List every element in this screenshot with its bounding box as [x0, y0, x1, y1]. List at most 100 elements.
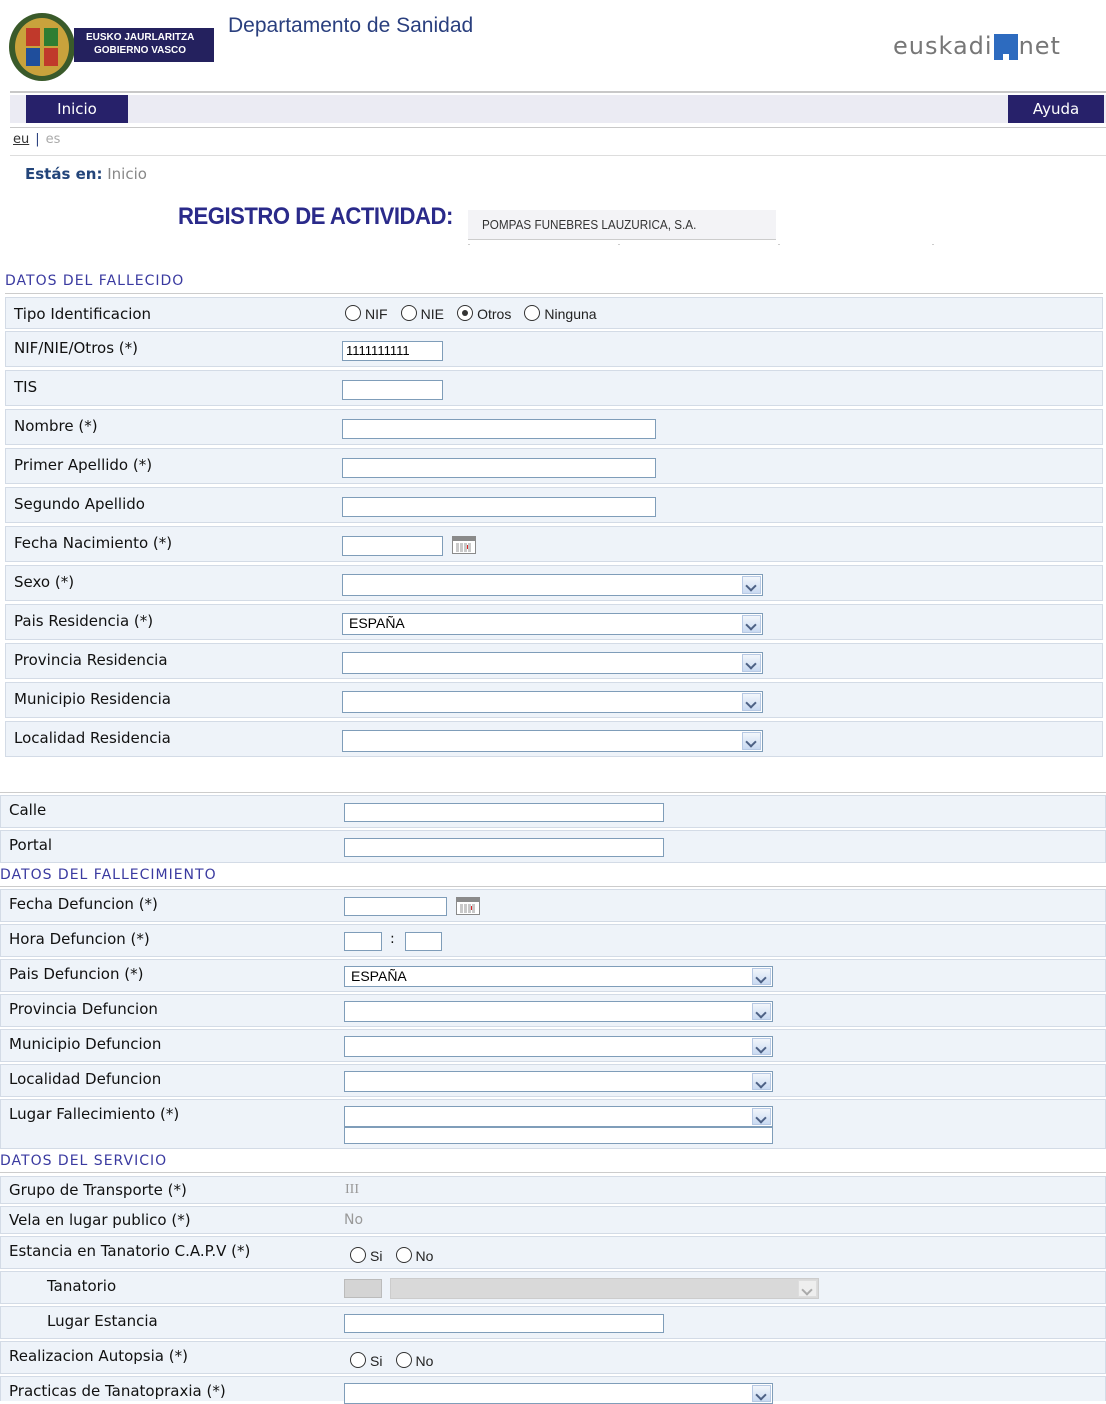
- radio-si-label: Si: [370, 1248, 383, 1264]
- chevron-down-icon: [752, 1038, 771, 1055]
- provincia-residencia-select[interactable]: [342, 652, 763, 674]
- row-pais-residencia: Pais Residencia (*) ESPAÑA: [5, 604, 1103, 640]
- chevron-down-icon: [742, 615, 761, 633]
- breadcrumb-current: Inicio: [107, 165, 147, 183]
- section-title-fallecido: DATOS DEL FALLECIDO: [5, 273, 185, 289]
- hora-separator: :: [390, 931, 395, 947]
- radio-nie[interactable]: NIE: [400, 305, 444, 322]
- fecha-defuncion-input[interactable]: [344, 897, 447, 916]
- nav-inicio-link[interactable]: Inicio: [26, 95, 128, 123]
- radio-icon: [524, 305, 541, 321]
- label-tanatopraxia: Practicas de Tanatopraxia (*): [9, 1382, 226, 1400]
- label-nif: NIF/NIE/Otros (*): [14, 339, 138, 357]
- row-segundo-apellido: Segundo Apellido: [5, 487, 1103, 523]
- label-pais-residencia: Pais Residencia (*): [14, 612, 154, 630]
- row-portal: Portal: [0, 830, 1106, 863]
- divider: [0, 886, 1106, 887]
- sexo-select[interactable]: [342, 574, 763, 596]
- euskadi-net-logo[interactable]: euskadi net: [893, 32, 1061, 60]
- label-sexo: Sexo (*): [14, 573, 75, 591]
- row-localidad-defuncion: Localidad Defuncion: [0, 1064, 1106, 1097]
- nif-input[interactable]: 1111111111: [342, 341, 443, 361]
- row-tis: TIS: [5, 370, 1103, 406]
- label-portal: Portal: [9, 836, 53, 854]
- brand-left: euskadi: [893, 32, 993, 60]
- localidad-defuncion-select[interactable]: [344, 1071, 773, 1092]
- lugar-estancia-input[interactable]: [344, 1314, 664, 1333]
- radio-icon: [395, 1247, 412, 1263]
- provincia-defuncion-select[interactable]: [344, 1001, 773, 1022]
- grupo-transporte-value: III: [345, 1182, 359, 1197]
- radio-autopsia-si[interactable]: Si: [350, 1352, 382, 1369]
- divider: [0, 792, 1106, 793]
- calle-input[interactable]: [344, 803, 664, 822]
- nav-ayuda-link[interactable]: Ayuda: [1008, 95, 1104, 123]
- tanatorio-select[interactable]: [390, 1278, 819, 1299]
- brand-right: net: [1018, 32, 1061, 60]
- nombre-input[interactable]: [342, 419, 656, 439]
- logo-line2: GOBIERNO VASCO: [94, 45, 187, 56]
- radio-ninguna[interactable]: Ninguna: [524, 305, 597, 322]
- label-fecha-defuncion: Fecha Defuncion (*): [9, 895, 158, 913]
- pais-residencia-select[interactable]: ESPAÑA: [342, 613, 763, 635]
- divider: [5, 293, 1103, 294]
- row-grupo-transporte: Grupo de Transporte (*) III: [0, 1176, 1106, 1204]
- fecha-nacimiento-input[interactable]: [342, 536, 443, 556]
- tis-input[interactable]: [342, 380, 443, 400]
- gobierno-vasco-logo[interactable]: EUSKO JAURLARITZA GOBIERNO VASCO: [8, 12, 214, 82]
- vela-value: No: [344, 1212, 364, 1228]
- calendar-icon[interactable]: [456, 897, 480, 915]
- row-localidad-residencia: Localidad Residencia: [5, 721, 1103, 757]
- primer-apellido-input[interactable]: [342, 458, 656, 478]
- row-autopsia: Realizacion Autopsia (*) Si No: [0, 1341, 1106, 1374]
- municipio-defuncion-select[interactable]: [344, 1036, 773, 1057]
- nav-bar: [10, 95, 1106, 123]
- lang-separator: |: [35, 132, 40, 147]
- label-municipio-residencia: Municipio Residencia: [14, 690, 171, 708]
- radio-estancia-si[interactable]: Si: [350, 1247, 383, 1264]
- row-hora-defuncion: Hora Defuncion (*) :: [0, 924, 1106, 957]
- tanatorio-code-input[interactable]: [344, 1279, 382, 1298]
- municipio-residencia-select[interactable]: [342, 691, 763, 713]
- hora-input[interactable]: [344, 932, 382, 951]
- label-fecha-nacimiento: Fecha Nacimiento (*): [14, 534, 173, 552]
- label-autopsia: Realizacion Autopsia (*): [9, 1347, 188, 1365]
- label-nombre: Nombre (*): [14, 417, 98, 435]
- label-tanatorio: Tanatorio: [47, 1277, 117, 1295]
- radio-otros[interactable]: Otros: [457, 305, 511, 322]
- row-municipio-defuncion: Municipio Defuncion: [0, 1029, 1106, 1062]
- segundo-apellido-input[interactable]: [342, 497, 656, 517]
- radio-group-estancia: Si No: [350, 1246, 441, 1265]
- localidad-residencia-select[interactable]: [342, 730, 763, 752]
- label-hora-defuncion: Hora Defuncion (*): [9, 930, 150, 948]
- label-tis: TIS: [14, 378, 38, 396]
- label-localidad-residencia: Localidad Residencia: [14, 729, 171, 747]
- radio-estancia-no[interactable]: No: [395, 1247, 433, 1264]
- row-calle: Calle: [0, 795, 1106, 828]
- label-estancia-tanatorio: Estancia en Tanatorio C.A.P.V (*): [9, 1242, 251, 1260]
- row-municipio-residencia: Municipio Residencia: [5, 682, 1103, 718]
- lugar-fallecimiento-select[interactable]: [344, 1106, 773, 1127]
- chevron-down-icon: [752, 1108, 771, 1125]
- portal-input[interactable]: [344, 838, 664, 857]
- label-lugar-estancia: Lugar Estancia: [47, 1312, 158, 1330]
- radio-group-autopsia: Si No: [350, 1351, 441, 1370]
- row-sexo: Sexo (*): [5, 565, 1103, 601]
- radio-nif[interactable]: NIF: [345, 305, 388, 322]
- divider: [0, 1172, 1106, 1173]
- pais-defuncion-select[interactable]: ESPAÑA: [344, 966, 773, 987]
- label-vela: Vela en lugar publico (*): [9, 1211, 191, 1229]
- calendar-icon[interactable]: [452, 536, 476, 554]
- chevron-down-icon: [742, 693, 761, 711]
- radio-group-tipo: NIF NIE Otros Ninguna: [345, 304, 605, 323]
- row-pais-defuncion: Pais Defuncion (*) ESPAÑA: [0, 959, 1106, 992]
- row-provincia-defuncion: Provincia Defuncion: [0, 994, 1106, 1027]
- label-segundo-apellido: Segundo Apellido: [14, 495, 145, 513]
- row-tipo-identificacion: Tipo Identificacion NIF NIE Otros Ningun…: [5, 297, 1103, 329]
- row-primer-apellido: Primer Apellido (*): [5, 448, 1103, 484]
- radio-autopsia-no[interactable]: No: [395, 1352, 433, 1369]
- minuto-input[interactable]: [405, 932, 442, 951]
- lang-eu-link[interactable]: eu: [13, 132, 29, 147]
- lugar-fallecimiento-detail-input[interactable]: [344, 1127, 773, 1144]
- label-pais-defuncion: Pais Defuncion (*): [9, 965, 144, 983]
